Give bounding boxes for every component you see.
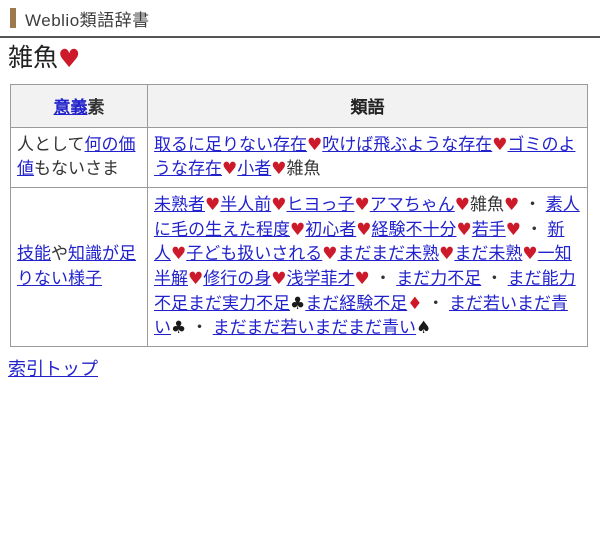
- heart-icon: ♥: [354, 268, 370, 289]
- sense-post: もないさま: [34, 159, 119, 179]
- synonym-link[interactable]: 半人前: [220, 195, 271, 214]
- heart-icon: ♥: [505, 219, 521, 240]
- heart-icon: ♥: [439, 244, 455, 265]
- table-row: 技能や知識が足りない様子 未熟者♥半人前♥ヒヨっ子♥アマちゃん♥雑魚♥ ・ 素人に…: [10, 187, 588, 347]
- synonym-link[interactable]: まだまだ若い: [213, 318, 315, 337]
- site-title: Weblio類語辞書: [25, 10, 150, 30]
- sense-pre: 人として: [17, 134, 85, 154]
- heart-icon: ♥: [492, 134, 508, 155]
- heart-icon: ♥: [307, 134, 323, 155]
- separator-dot: ・: [422, 293, 449, 313]
- heart-icon: ♥: [504, 195, 520, 216]
- page-title: 雑魚♥: [0, 38, 600, 78]
- sense-cell: 人として何の価値もないさま: [10, 126, 148, 189]
- sense-header-link[interactable]: 意義: [54, 98, 88, 117]
- synonym-link[interactable]: まだまだ青い: [314, 318, 416, 337]
- header-accent-bar: [10, 8, 16, 28]
- synonym-link[interactable]: 小者: [237, 159, 271, 178]
- table-body: 人として何の価値もないさま 取るに足りない存在♥吹けば飛ぶような存在♥ゴミのような…: [10, 126, 588, 347]
- separator-dot: ・: [481, 268, 508, 288]
- heart-icon: ♥: [171, 244, 187, 265]
- club-icon: ♣: [290, 293, 306, 314]
- column-header-sense: 意義素: [10, 83, 148, 128]
- index-top-link[interactable]: 索引トップ: [8, 359, 98, 379]
- sense-cell: 技能や知識が足りない様子: [10, 187, 148, 347]
- spade-icon: ♠: [416, 318, 432, 339]
- synonym-link[interactable]: 未熟者: [154, 195, 205, 214]
- heart-icon: ♥: [271, 195, 287, 216]
- heart-icon: ♥: [290, 219, 306, 240]
- synonym-link[interactable]: アマちゃん: [370, 195, 455, 214]
- club-icon: ♣: [171, 318, 187, 339]
- separator-dot: ・: [369, 268, 397, 288]
- heart-icon: ♥: [522, 244, 538, 265]
- synonym-link[interactable]: まだ経験不足: [305, 294, 407, 313]
- separator-dot: ・: [186, 318, 213, 338]
- separator-dot: ・: [519, 195, 546, 215]
- synonym-link[interactable]: 取るに足りない存在: [154, 135, 307, 154]
- synonym-link[interactable]: まだ未熟: [454, 244, 522, 263]
- sense-link[interactable]: 技能: [17, 244, 51, 263]
- column-header-synonym: 類語: [147, 83, 588, 128]
- synonym-link[interactable]: まだ若い: [449, 294, 517, 313]
- diamond-icon: ♦: [407, 293, 423, 314]
- heart-icon: ♥: [205, 195, 221, 216]
- heart-icon: ♥: [188, 268, 204, 289]
- synonym-link[interactable]: まだ力不足: [396, 269, 481, 288]
- synonym-link[interactable]: 若手: [472, 220, 506, 239]
- table-header-row: 意義素 類語: [10, 83, 588, 128]
- synonym-link[interactable]: 子ども扱いされる: [186, 244, 322, 263]
- synonym-link[interactable]: 修行の身: [203, 269, 271, 288]
- synonym-cell: 未熟者♥半人前♥ヒヨっ子♥アマちゃん♥雑魚♥ ・ 素人に毛の生えた程度♥初心者♥…: [147, 187, 588, 347]
- heart-icon: ♥: [356, 219, 372, 240]
- heart-icon: ♥: [271, 268, 287, 289]
- sense-mid: や: [51, 244, 68, 264]
- sense-header-tail: 素: [87, 98, 105, 118]
- synonym-text: 雑魚: [286, 159, 321, 179]
- synonym-link[interactable]: ヒヨっ子: [287, 195, 355, 214]
- synonym-link[interactable]: 浅学菲才: [287, 269, 355, 288]
- synonym-link[interactable]: 吹けば飛ぶような存在: [322, 135, 492, 154]
- heart-icon: ♥: [222, 159, 238, 180]
- headword-text: 雑魚: [8, 44, 59, 72]
- heart-icon: ♥: [454, 195, 470, 216]
- separator-dot: ・: [521, 219, 548, 239]
- synonym-text: 雑魚: [470, 195, 504, 215]
- synonym-cell: 取るに足りない存在♥吹けば飛ぶような存在♥ゴミのような存在♥小者♥雑魚: [147, 126, 588, 189]
- heart-icon: ♥: [322, 244, 338, 265]
- synonym-link[interactable]: まだ実力不足: [188, 294, 290, 313]
- heart-icon: ♥: [58, 44, 81, 73]
- heart-icon: ♥: [271, 159, 287, 180]
- thesaurus-table: 意義素 類語 人として何の価値もないさま 取るに足りない存在♥吹けば飛ぶような存在…: [10, 83, 588, 347]
- synonym-link[interactable]: まだまだ未熟: [338, 244, 440, 263]
- synonym-link[interactable]: 初心者: [305, 220, 356, 239]
- heart-icon: ♥: [354, 195, 370, 216]
- footer: 索引トップ: [0, 347, 600, 381]
- table-row: 人として何の価値もないさま 取るに足りない存在♥吹けば飛ぶような存在♥ゴミのような…: [10, 126, 588, 189]
- site-header: Weblio類語辞書: [0, 0, 600, 38]
- synonym-link[interactable]: 経験不十分: [372, 220, 457, 239]
- heart-icon: ♥: [456, 219, 472, 240]
